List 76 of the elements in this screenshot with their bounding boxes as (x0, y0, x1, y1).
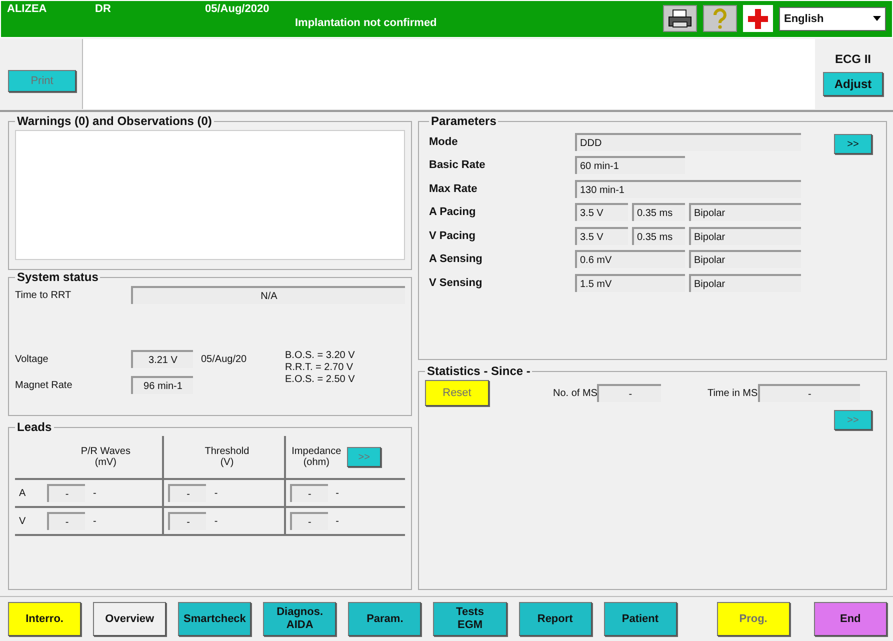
lead-note: - (93, 516, 96, 526)
rrt-field: N/A (131, 286, 405, 304)
parameter-field: Bipolar (689, 203, 801, 222)
implant-status: Implantation not confirmed (295, 17, 438, 29)
panel-title: Parameters (430, 114, 498, 128)
parameter-field: 130 min-1 (575, 180, 801, 198)
adjust-button[interactable]: Adjust (823, 72, 883, 96)
device-name: ALIZEA (7, 3, 48, 15)
lead-value-field: - (168, 512, 206, 530)
lead-value-field: - (290, 512, 328, 530)
lead-note: - (336, 516, 339, 526)
nav-button[interactable]: Interro. (8, 602, 82, 636)
parameter-field: Bipolar (689, 274, 801, 292)
lead-value-field: - (47, 484, 85, 502)
time-field: - (758, 384, 860, 402)
ecg-lead-label: ECG II (834, 52, 871, 66)
magnet-rate-field: 96 min-1 (131, 376, 193, 394)
nav-button[interactable]: Smartcheck (178, 602, 252, 636)
panel-title: Warnings (0) and Observations (0) (16, 114, 213, 128)
more-button[interactable]: >> (834, 134, 872, 154)
cross-icon[interactable] (743, 5, 773, 32)
field-label: Voltage (15, 354, 50, 364)
column-header: Threshold (V) (204, 446, 250, 468)
language-dropdown[interactable]: English (779, 6, 886, 30)
nav-button[interactable]: End (814, 602, 887, 636)
row-label: V (19, 516, 26, 526)
lead-note: - (93, 488, 96, 498)
field-label: Time in MS (707, 388, 758, 398)
parameter-field: Bipolar (689, 226, 801, 245)
field-label: No. of MS (553, 388, 598, 398)
parameter-field: DDD (575, 132, 801, 151)
lead-note: - (214, 516, 218, 526)
parameter-label: Mode (429, 136, 459, 148)
parameter-field: 0.35 ms (632, 203, 685, 222)
parameter-field: 0.6 mV (575, 250, 685, 268)
voltage-threshold: B.O.S. = 3.20 V (285, 350, 355, 362)
lead-note: - (214, 488, 218, 498)
lead-value-field: - (290, 484, 328, 502)
parameter-field: 3.5 V (575, 203, 628, 222)
count-field: - (597, 384, 662, 402)
panel-title: Leads (16, 420, 53, 434)
nav-button[interactable]: Report (518, 602, 592, 636)
parameter-field: 1.5 mV (575, 274, 685, 292)
lead-value-field: - (168, 484, 206, 502)
lead-note: - (336, 488, 339, 498)
parameter-label: A Sensing (429, 253, 484, 266)
column-header: Impedance (ohm) (292, 446, 342, 468)
field-label: Time to RRT (15, 290, 72, 300)
nav-button[interactable]: Patient (604, 602, 677, 636)
device-model: DR (95, 3, 112, 15)
parameter-label: V Pacing (429, 230, 476, 242)
parameter-label: A Pacing (429, 206, 477, 218)
parameter-label: Basic Rate (429, 159, 486, 172)
field-label: Magnet Rate (15, 380, 74, 390)
parameter-label: V Sensing (429, 276, 484, 289)
session-date: 05/Aug/2020 (205, 3, 270, 15)
column-header: P/R Waves (mV) (80, 446, 130, 468)
voltage-date: 05/Aug/20 (201, 354, 247, 364)
voltage-field: 3.21 V (131, 350, 193, 368)
print-icon[interactable] (663, 5, 697, 32)
caret-icon (873, 16, 881, 21)
nav-button[interactable]: Overview (93, 602, 166, 636)
parameter-label: Max Rate (429, 182, 478, 195)
parameter-field: 3.5 V (575, 226, 628, 245)
panel-title: Statistics - Since - (426, 364, 532, 378)
voltage-threshold: R.R.T. = 2.70 V (285, 362, 354, 374)
nav-button[interactable]: Diagnos. AIDA (263, 602, 336, 636)
panel-title: System status (16, 270, 100, 284)
nav-button[interactable]: Tests EGM (433, 602, 507, 636)
voltage-threshold: E.O.S. = 2.50 V (285, 374, 355, 386)
lead-value-field: - (47, 512, 85, 530)
parameter-field: 0.35 ms (632, 226, 685, 245)
parameter-field: 60 min-1 (575, 156, 685, 174)
nav-button[interactable]: Param. (348, 602, 422, 636)
row-label: A (19, 488, 26, 498)
parameter-field: Bipolar (689, 250, 801, 268)
